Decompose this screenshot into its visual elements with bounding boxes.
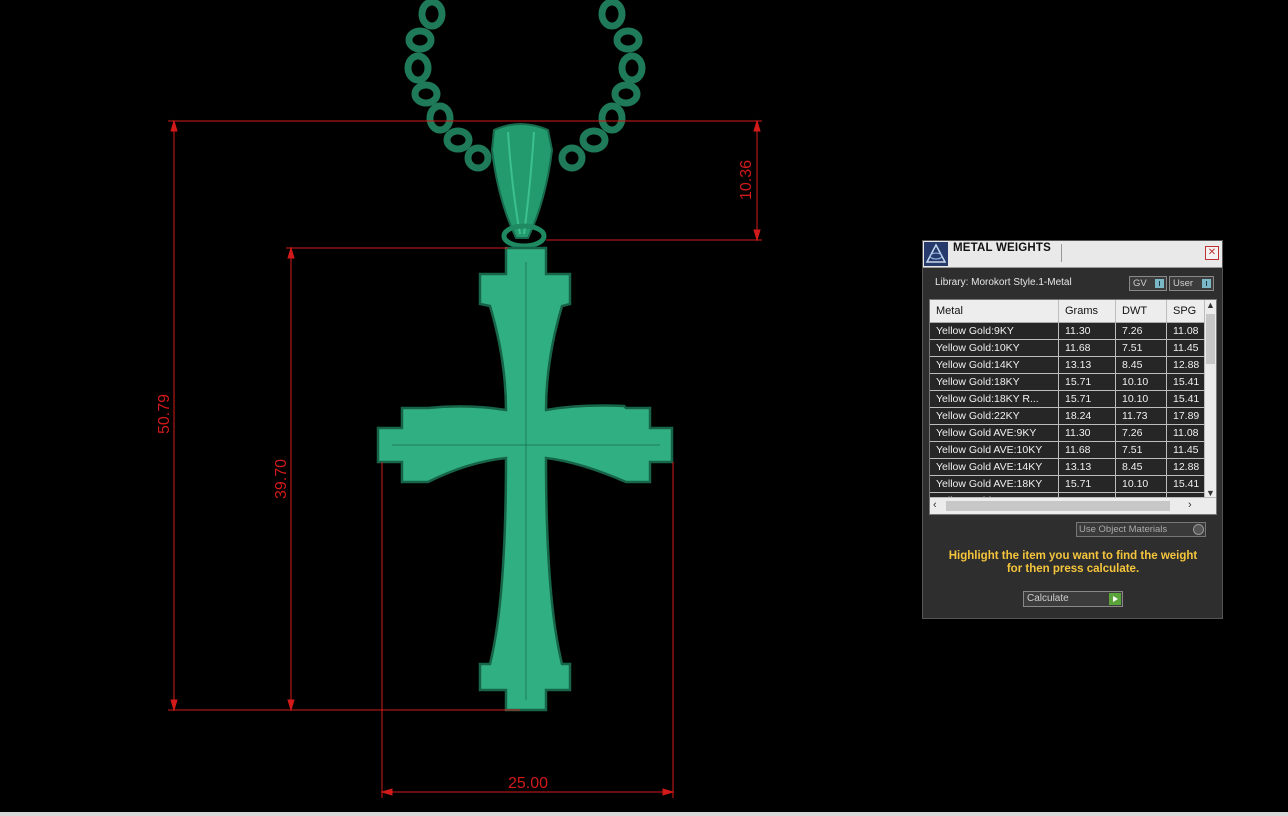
metal-cell: Yellow Gold AVE:14KY xyxy=(930,459,1059,475)
radio-icon xyxy=(1193,524,1204,535)
grams-cell: 13.13 xyxy=(1059,459,1116,475)
grams-cell: 18.24 xyxy=(1059,408,1116,424)
close-icon[interactable]: ✕ xyxy=(1205,246,1219,260)
column-header-dwt[interactable]: DWT xyxy=(1116,300,1167,322)
table-row[interactable]: Yellow Gold AVE:10KY 11.68 7.51 11.45 xyxy=(930,442,1206,459)
user-toggle[interactable]: User xyxy=(1169,276,1214,291)
spg-cell: 12.88 xyxy=(1173,359,1200,371)
spg-cell: 11.08 xyxy=(1173,427,1199,439)
bail xyxy=(490,123,554,249)
hint-line-2: for then press calculate. xyxy=(1006,563,1140,575)
metal-cell: Yellow Gold:18KY xyxy=(930,374,1059,390)
metal-cell: Yellow Gold:22KY xyxy=(930,408,1059,424)
title-divider xyxy=(1061,244,1062,262)
horizontal-scroll-thumb[interactable] xyxy=(946,501,1170,511)
spg-cell: 15.41 xyxy=(1173,376,1200,388)
column-header-spg[interactable]: SPG xyxy=(1167,300,1206,322)
spg-cell: 15.41 xyxy=(1173,393,1200,405)
metal-cell: Yellow Gold:18KY R... xyxy=(930,391,1059,407)
grams-cell: 15.71 xyxy=(1059,476,1116,492)
spg-cell: 11.45 xyxy=(1173,444,1199,456)
metal-table[interactable]: Metal Grams DWT SPG Yellow Gold:9KY 11.30… xyxy=(929,299,1217,515)
cross xyxy=(376,246,674,712)
app-logo-icon xyxy=(924,242,948,266)
grams-cell: 11.30 xyxy=(1059,425,1116,441)
dimension-bail-height: 10.36 xyxy=(738,159,755,200)
metal-cell: Yellow Gold AVE:9KY xyxy=(930,425,1059,441)
play-icon xyxy=(1109,593,1121,605)
dwt-cell: 10.10 xyxy=(1116,476,1167,492)
grams-cell: 15.71 xyxy=(1059,374,1116,390)
calculate-label: Calculate xyxy=(1027,593,1069,604)
dimension-overall-height: 50.79 xyxy=(156,393,173,434)
table-row[interactable]: Yellow Gold:22KY 18.24 11.73 17.89 xyxy=(930,408,1206,425)
table-row[interactable]: Yellow Gold:9KY 11.30 7.26 11.08 xyxy=(930,323,1206,340)
metal-cell: Yellow Gold AVE:10KY xyxy=(930,442,1059,458)
metal-cell: Yellow Gold:14KY xyxy=(930,357,1059,373)
metal-table-body: Metal Grams DWT SPG Yellow Gold:9KY 11.30… xyxy=(930,300,1206,510)
dwt-cell: 8.45 xyxy=(1116,357,1167,373)
metal-weights-panel: METAL WEIGHTS ✕ Library: Morokort Style.… xyxy=(922,240,1223,619)
dimension-body-height: 39.70 xyxy=(273,458,290,499)
table-row[interactable]: Yellow Gold AVE:18KY 15.71 10.10 15.41 xyxy=(930,476,1206,493)
scroll-left-icon[interactable]: ‹ xyxy=(933,499,937,511)
gv-toggle[interactable]: GV xyxy=(1129,276,1167,291)
calculate-button[interactable]: Calculate xyxy=(1023,591,1123,607)
table-row[interactable]: Yellow Gold:18KY R... 15.71 10.10 15.41 xyxy=(930,391,1206,408)
gv-toggle-label: GV xyxy=(1133,278,1147,289)
scroll-right-icon[interactable]: › xyxy=(1188,499,1192,511)
dwt-cell: 7.26 xyxy=(1116,425,1167,441)
spg-cell: 12.88 xyxy=(1173,461,1200,473)
toggle-switch-icon xyxy=(1155,279,1164,288)
grams-cell: 15.71 xyxy=(1059,391,1116,407)
scroll-up-icon[interactable]: ▲ xyxy=(1206,300,1215,310)
grams-cell: 13.13 xyxy=(1059,357,1116,373)
use-object-materials-toggle[interactable]: Use Object Materials xyxy=(1076,522,1206,537)
panel-header[interactable]: METAL WEIGHTS ✕ xyxy=(923,241,1222,268)
grams-cell: 11.30 xyxy=(1059,323,1116,339)
table-header-row: Metal Grams DWT SPG xyxy=(930,300,1206,323)
metal-cell: Yellow Gold:9KY xyxy=(930,323,1059,339)
dwt-cell: 8.45 xyxy=(1116,459,1167,475)
dwt-cell: 11.73 xyxy=(1116,408,1167,424)
toggle-switch-icon xyxy=(1202,279,1211,288)
spg-cell: 11.45 xyxy=(1173,342,1199,354)
table-row[interactable]: Yellow Gold AVE:9KY 11.30 7.26 11.08 xyxy=(930,425,1206,442)
table-row[interactable]: Yellow Gold:14KY 13.13 8.45 12.88 xyxy=(930,357,1206,374)
bottom-status-bar xyxy=(0,812,1288,816)
vertical-scroll-thumb[interactable] xyxy=(1206,314,1215,364)
vertical-scrollbar[interactable]: ▲ ▼ xyxy=(1204,300,1216,498)
table-row[interactable]: Yellow Gold:18KY 15.71 10.10 15.41 xyxy=(930,374,1206,391)
hint-text: Highlight the item you want to find the … xyxy=(935,550,1211,576)
dwt-cell: 7.26 xyxy=(1116,323,1167,339)
dwt-cell: 7.51 xyxy=(1116,340,1167,356)
column-header-grams[interactable]: Grams xyxy=(1059,300,1116,322)
dwt-cell: 10.10 xyxy=(1116,374,1167,390)
hint-line-1: Highlight the item you want to find the … xyxy=(948,550,1198,562)
metal-cell: Yellow Gold AVE:18KY xyxy=(930,476,1059,492)
spg-cell: 17.89 xyxy=(1173,410,1200,422)
horizontal-scrollbar[interactable]: ‹ › xyxy=(930,497,1216,514)
grams-cell: 11.68 xyxy=(1059,340,1116,356)
dwt-cell: 7.51 xyxy=(1116,442,1167,458)
panel-title: METAL WEIGHTS xyxy=(953,242,1052,254)
table-row[interactable]: Yellow Gold AVE:14KY 13.13 8.45 12.88 xyxy=(930,459,1206,476)
spg-cell: 11.08 xyxy=(1173,325,1199,337)
metal-cell: Yellow Gold:10KY xyxy=(930,340,1059,356)
library-label: Library: Morokort Style.1-Metal xyxy=(935,277,1072,288)
dimension-width: 25.00 xyxy=(508,775,549,792)
spg-cell: 15.41 xyxy=(1173,478,1200,490)
column-header-metal[interactable]: Metal xyxy=(930,300,1059,322)
user-toggle-label: User xyxy=(1173,278,1194,289)
table-row[interactable]: Yellow Gold:10KY 11.68 7.51 11.45 xyxy=(930,340,1206,357)
dwt-cell: 10.10 xyxy=(1116,391,1167,407)
use-object-materials-label: Use Object Materials xyxy=(1079,524,1168,535)
grams-cell: 11.68 xyxy=(1059,442,1116,458)
